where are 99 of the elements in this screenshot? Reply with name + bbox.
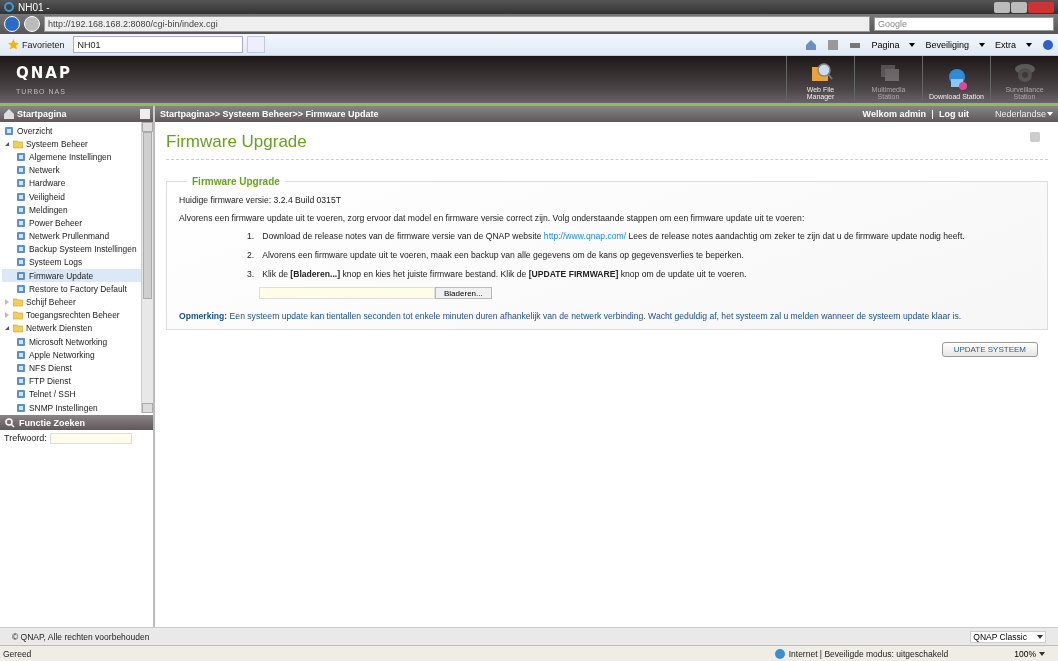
browser-tab[interactable]: NH01 <box>72 36 243 53</box>
search-field[interactable]: Google <box>874 17 1054 31</box>
zone-text: Internet | Beveiligde modus: uitgeschakeld <box>788 648 949 659</box>
tree-item[interactable]: Netwerk <box>2 163 141 177</box>
caret-icon[interactable] <box>909 42 916 47</box>
expanded-arrow-icon[interactable] <box>4 140 10 147</box>
tree-item[interactable]: Microsoft Networking <box>2 335 141 349</box>
address-field[interactable]: http://192.168.168.2:8080/cgi-bin/index.cgi <box>44 16 870 32</box>
tree-item[interactable]: Power Beheer <box>2 216 141 230</box>
language-select[interactable]: Nederlandse <box>974 109 1053 119</box>
step-number: 1. <box>247 231 255 241</box>
page-icon <box>16 336 26 347</box>
step-number: 3. <box>247 269 255 279</box>
folder-icon <box>13 138 23 149</box>
expanded-arrow-icon[interactable] <box>4 325 10 332</box>
home-icon[interactable] <box>805 38 818 51</box>
tree-item[interactable]: FTP Dienst <box>2 374 141 388</box>
page-icon <box>4 125 14 136</box>
minimize-button[interactable] <box>994 1 1010 13</box>
file-field[interactable] <box>259 287 435 299</box>
tree-item[interactable]: Netwerk Diensten <box>2 321 141 335</box>
caret-icon[interactable] <box>1039 651 1045 656</box>
menu-button[interactable]: Extra <box>995 39 1016 50</box>
star-icon <box>8 39 19 50</box>
caret-icon[interactable] <box>979 42 985 47</box>
step-number: 2. <box>247 250 255 260</box>
step-text: Klik de [Bladeren...] knop en kies het juiste firmware bestand. Klik de [UPDATE FIRMWARE] knop om de update uit te voeren. <box>262 269 747 279</box>
page-icon <box>16 217 26 228</box>
keyword-field[interactable] <box>49 433 132 444</box>
zoom-button[interactable]: 100% <box>1014 648 1045 659</box>
website-link[interactable]: http://www.qnap.com/ <box>543 231 627 241</box>
page-icon <box>16 151 26 162</box>
favorites-button[interactable]: Favorieten <box>4 37 69 52</box>
page-icon <box>16 283 26 294</box>
breadcrumb: Startpagina>> Systeem Beheer>> Firmware Update <box>160 109 379 119</box>
page-icon <box>16 178 26 189</box>
page-icon <box>16 402 26 413</box>
tree-item[interactable]: Firmware Update <box>2 269 141 283</box>
tree-item[interactable]: Apple Networking <box>2 348 141 362</box>
scrollbar[interactable] <box>141 122 153 413</box>
globe-icon <box>773 647 786 660</box>
page-icon <box>16 389 26 400</box>
back-button[interactable] <box>4 16 20 32</box>
tree-item[interactable]: Meldingen <box>2 203 141 217</box>
folder-icon <box>13 310 23 321</box>
browse-button[interactable]: Bladeren... <box>435 287 492 299</box>
search-icon <box>4 416 16 429</box>
note-text: Opmerking: Een systeem update kan tientallen seconden tot enkele minuten duren afhankelijk van de netwerk verbinding. Wacht geduldig af, het systeem zal u melden wanneer de systeem update klaar is. <box>179 311 963 321</box>
page-icon <box>16 349 26 360</box>
intro-text: Alvorens een firmware update uit te voeren, zorg ervoor dat model en firmware versie correct zijn. Volg onderstaande stappen om een firmware update uit te voeren: <box>179 213 806 223</box>
status-text: Gereed <box>3 648 32 659</box>
sidebar-title: Startpagina <box>17 109 67 119</box>
page-icon <box>16 362 26 373</box>
tree-item[interactable]: Hardware <box>2 176 141 190</box>
update-button[interactable]: UPDATE SYSTEEM <box>941 342 1038 357</box>
page-icon <box>16 257 26 268</box>
tree-item[interactable]: Netwerk Prullenmand <box>2 229 141 243</box>
forward-button[interactable] <box>24 16 40 32</box>
welcome-text: Welkom admin <box>862 109 926 119</box>
page-icon <box>16 244 26 255</box>
tree-item[interactable]: Veiligheid <box>2 189 141 204</box>
tree-item[interactable]: Overzicht <box>2 124 141 138</box>
folder-icon <box>13 323 23 334</box>
browser-logo-icon <box>4 2 14 12</box>
tree-item[interactable]: SNMP Instellingen <box>2 400 141 413</box>
page-icon <box>16 376 26 387</box>
tree-item[interactable]: Algemene Instellingen <box>2 150 141 164</box>
theme-select[interactable]: QNAP Classic <box>970 630 1046 643</box>
tree-item[interactable]: Systeem Logs <box>2 255 141 270</box>
tree-item[interactable]: Telnet / SSH <box>2 387 141 401</box>
caret-icon[interactable] <box>1037 634 1043 639</box>
page-title: Firmware Upgrade <box>166 130 1048 160</box>
page-icon <box>16 165 26 176</box>
logo: QNAP <box>16 64 72 82</box>
page-icon <box>16 231 26 242</box>
caret-icon[interactable] <box>1026 42 1032 47</box>
page-icon <box>16 204 26 215</box>
tree-item[interactable]: Restore to Factory Default <box>2 282 141 296</box>
copyright: © QNAP, Alle rechten voorbehouden <box>12 631 150 642</box>
tree-item[interactable]: Backup Systeem Instellingen <box>2 242 141 256</box>
menu-button[interactable]: Beveiliging <box>925 39 969 50</box>
page-icon <box>16 270 26 281</box>
tree-item[interactable]: Toegangsrechten Beheer <box>2 308 141 322</box>
tree-item[interactable]: Schijf Beheer <box>2 295 141 309</box>
window-title: NH01 - <box>18 1 50 13</box>
maximize-button[interactable] <box>1011 1 1027 13</box>
folder-icon <box>13 297 23 308</box>
menu-button[interactable]: Pagina <box>871 39 900 50</box>
home-icon <box>3 108 15 120</box>
step-text: Alvorens een firmware update uit te voeren, maak een backup van alle gegevens om de kans op gegevensverlies te beperken. <box>262 250 744 260</box>
tree-item[interactable]: NFS Dienst <box>2 361 141 375</box>
tree-item[interactable]: Systeem Beheer <box>2 137 141 151</box>
logout-link[interactable]: Log uit <box>938 109 969 119</box>
panel-title: Functie Zoeken <box>19 417 85 428</box>
keyword-label: Trefwoord: <box>4 433 47 443</box>
page-icon <box>16 191 26 202</box>
step-text: Download de release notes van de firmware versie van de QNAP website http://www.qnap.com/ Lees de release notes aandachtig om zeker te zijn dat u de firmware update nodig heeft. <box>262 231 965 241</box>
firmware-version: Huidige firmware versie: 3.2.4 Build 0315T <box>179 195 342 205</box>
section-title: Firmware Upgrade <box>191 176 281 187</box>
